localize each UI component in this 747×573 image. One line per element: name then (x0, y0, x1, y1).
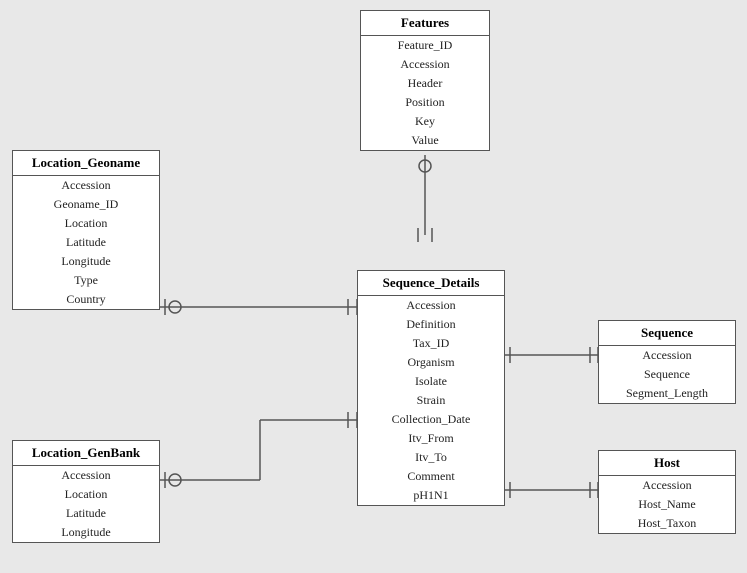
entity-location-genbank-header: Location_GenBank (13, 441, 159, 466)
field-sd-itv-to: Itv_To (358, 448, 504, 467)
field-features-position: Position (361, 93, 489, 112)
entity-location-geoname: Location_Geoname Accession Geoname_ID Lo… (12, 150, 160, 310)
field-lg-latitude: Latitude (13, 233, 159, 252)
field-seq-sequence: Sequence (599, 365, 735, 384)
field-sd-definition: Definition (358, 315, 504, 334)
field-features-accession: Accession (361, 55, 489, 74)
field-sd-organism: Organism (358, 353, 504, 372)
field-lg-longitude: Longitude (13, 252, 159, 271)
field-sd-comment: Comment (358, 467, 504, 486)
field-lg-accession: Accession (13, 176, 159, 195)
field-host-taxon: Host_Taxon (599, 514, 735, 533)
field-features-value: Value (361, 131, 489, 150)
field-gb-accession: Accession (13, 466, 159, 485)
field-lg-type: Type (13, 271, 159, 290)
field-lg-country: Country (13, 290, 159, 309)
field-features-key: Key (361, 112, 489, 131)
field-sd-accession: Accession (358, 296, 504, 315)
field-gb-longitude: Longitude (13, 523, 159, 542)
field-features-header: Header (361, 74, 489, 93)
field-gb-latitude: Latitude (13, 504, 159, 523)
entity-host: Host Accession Host_Name Host_Taxon (598, 450, 736, 534)
entity-location-geoname-header: Location_Geoname (13, 151, 159, 176)
entity-sequence-details-header: Sequence_Details (358, 271, 504, 296)
field-host-accession: Accession (599, 476, 735, 495)
field-host-name: Host_Name (599, 495, 735, 514)
field-sd-collection-date: Collection_Date (358, 410, 504, 429)
field-feature-id: Feature_ID (361, 36, 489, 55)
entity-sequence: Sequence Accession Sequence Segment_Leng… (598, 320, 736, 404)
entity-features-header: Features (361, 11, 489, 36)
field-seq-accession: Accession (599, 346, 735, 365)
field-lg-location: Location (13, 214, 159, 233)
er-diagram: Features Feature_ID Accession Header Pos… (0, 0, 747, 573)
field-sd-isolate: Isolate (358, 372, 504, 391)
entity-host-header: Host (599, 451, 735, 476)
field-lg-geoname-id: Geoname_ID (13, 195, 159, 214)
field-sd-strain: Strain (358, 391, 504, 410)
entity-location-genbank: Location_GenBank Accession Location Lati… (12, 440, 160, 543)
field-sd-ph1n1: pH1N1 (358, 486, 504, 505)
field-sd-itv-from: Itv_From (358, 429, 504, 448)
entity-sequence-header: Sequence (599, 321, 735, 346)
entity-features: Features Feature_ID Accession Header Pos… (360, 10, 490, 151)
field-gb-location: Location (13, 485, 159, 504)
entity-sequence-details: Sequence_Details Accession Definition Ta… (357, 270, 505, 506)
field-sd-taxid: Tax_ID (358, 334, 504, 353)
field-seq-segment-length: Segment_Length (599, 384, 735, 403)
